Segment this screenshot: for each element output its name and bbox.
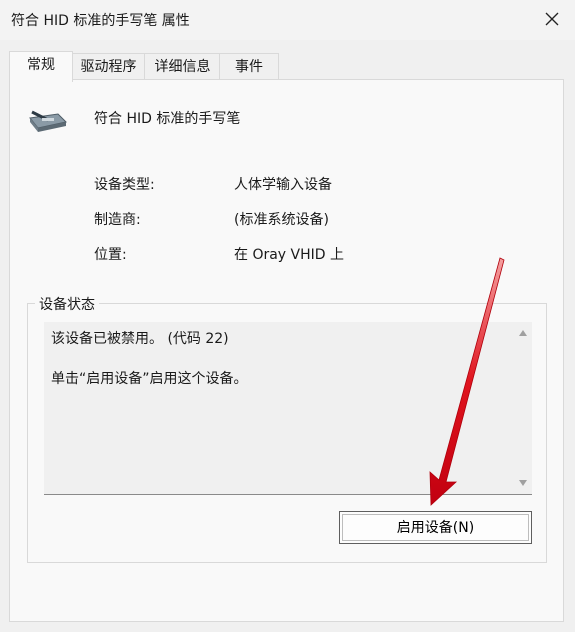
tab-general[interactable]: 常规: [9, 51, 73, 82]
red-arrow-annotation: [429, 257, 505, 506]
